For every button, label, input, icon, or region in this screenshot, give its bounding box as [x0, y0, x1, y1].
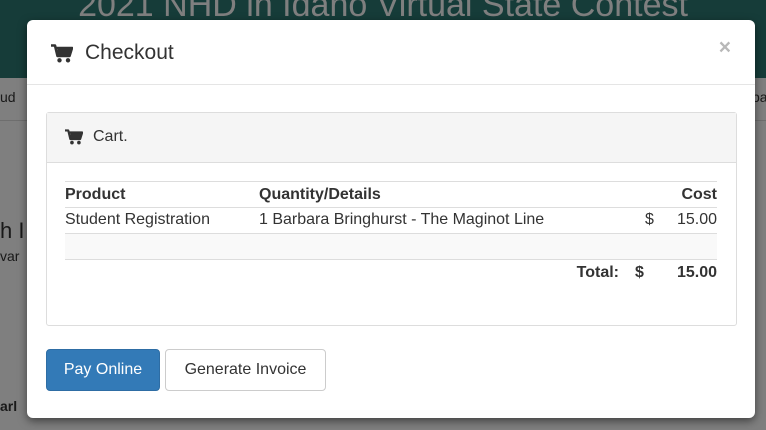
close-button[interactable]: × — [719, 36, 731, 60]
quantity-column-header: Quantity/Details — [259, 181, 619, 208]
modal-title-text: Checkout — [85, 41, 174, 64]
cart-panel: Cart. Product Quantity/Details Cost Stud… — [46, 112, 737, 326]
total-label: Total: — [576, 264, 619, 281]
total-cell: $ 15.00 — [619, 260, 717, 287]
shopping-cart-icon — [51, 43, 73, 63]
cost-amount: 15.00 — [676, 211, 717, 228]
cost-column-header: Cost — [619, 181, 717, 208]
checkout-modal: Checkout × Cart. Product Quantity/Detail… — [27, 20, 755, 418]
cart-panel-title: Cart. — [65, 128, 128, 146]
generate-invoice-button[interactable]: Generate Invoice — [165, 349, 326, 391]
product-cell: Student Registration — [65, 207, 259, 234]
table-header-row: Product Quantity/Details Cost — [65, 181, 717, 208]
cost-cell: $ 15.00 — [619, 207, 717, 234]
shopping-cart-icon — [65, 129, 83, 145]
table-row: Student Registration 1 Barbara Bringhurs… — [65, 207, 717, 234]
cart-table: Product Quantity/Details Cost Student Re… — [65, 181, 717, 286]
details-cell: 1 Barbara Bringhurst - The Maginot Line — [259, 207, 619, 234]
modal-header: Checkout × — [27, 20, 755, 85]
product-column-header: Product — [65, 181, 259, 208]
cost-currency: $ — [645, 211, 654, 228]
table-row-empty — [65, 233, 717, 260]
cart-panel-heading: Cart. — [47, 113, 736, 163]
modal-title: Checkout — [51, 40, 174, 66]
total-amount: 15.00 — [676, 264, 717, 281]
pay-online-button[interactable]: Pay Online — [46, 349, 160, 391]
cart-panel-title-text: Cart. — [93, 128, 128, 145]
total-row: Total: $ 15.00 — [65, 260, 717, 287]
total-currency: $ — [635, 264, 644, 281]
